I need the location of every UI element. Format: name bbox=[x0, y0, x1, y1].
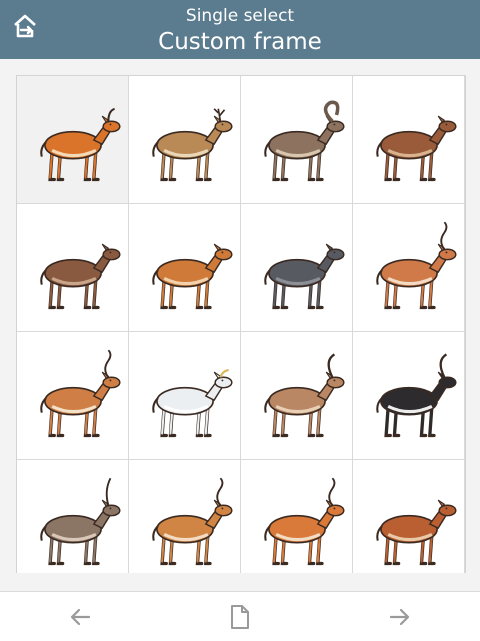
impala-ram-icon bbox=[151, 477, 233, 565]
waterbuck-icon bbox=[39, 477, 121, 565]
hartebeest-left-icon bbox=[39, 107, 121, 181]
grid-cell-impala-ram[interactable] bbox=[129, 460, 240, 573]
previous-button[interactable] bbox=[60, 598, 100, 636]
grid-cell-tapir-like[interactable] bbox=[241, 204, 352, 331]
grid-cell-duiker[interactable] bbox=[17, 204, 128, 331]
image-grid bbox=[17, 76, 465, 573]
grid-cell-fawn[interactable] bbox=[129, 204, 240, 331]
puku-icon bbox=[375, 499, 457, 565]
header-bar: Single select Custom frame bbox=[0, 0, 480, 59]
roan-antelope-icon bbox=[263, 352, 345, 437]
grid-cell-hartebeest-left[interactable] bbox=[17, 76, 128, 203]
document-icon bbox=[231, 605, 249, 629]
grid-cell-sable-antelope[interactable] bbox=[353, 332, 464, 459]
next-button[interactable] bbox=[380, 598, 420, 636]
image-grid-viewport[interactable] bbox=[16, 75, 466, 573]
grid-cell-puku[interactable] bbox=[353, 460, 464, 573]
arrow-left-icon bbox=[70, 608, 91, 626]
sable-antelope-icon bbox=[375, 352, 457, 437]
page-subtitle: Single select bbox=[185, 6, 295, 26]
arrow-right-icon bbox=[389, 608, 410, 626]
footer-bar bbox=[0, 591, 480, 641]
ibex-icon bbox=[263, 100, 345, 181]
grid-cell-bongo-grazing[interactable] bbox=[353, 76, 464, 203]
grid-cell-waterbuck[interactable] bbox=[17, 460, 128, 573]
tapir-like-icon bbox=[263, 243, 345, 309]
grid-cell-grant-gazelle[interactable] bbox=[17, 332, 128, 459]
kob-icon bbox=[263, 477, 345, 565]
grid-cell-mountain-goat[interactable] bbox=[129, 332, 240, 459]
duiker-icon bbox=[39, 243, 121, 309]
grid-cell-deer-buck[interactable] bbox=[129, 76, 240, 203]
grid-cell-kob[interactable] bbox=[241, 460, 352, 573]
impala-icon bbox=[375, 221, 457, 309]
mountain-goat-icon bbox=[151, 368, 233, 437]
page-title: Custom frame bbox=[158, 29, 322, 55]
deer-buck-icon bbox=[151, 107, 233, 181]
grid-cell-roan-antelope[interactable] bbox=[241, 332, 352, 459]
fawn-icon bbox=[151, 243, 233, 309]
grid-cell-impala[interactable] bbox=[353, 204, 464, 331]
grid-cell-ibex[interactable] bbox=[241, 76, 352, 203]
page-button[interactable] bbox=[220, 598, 260, 636]
bongo-grazing-icon bbox=[375, 115, 457, 181]
grant-gazelle-icon bbox=[39, 349, 121, 437]
